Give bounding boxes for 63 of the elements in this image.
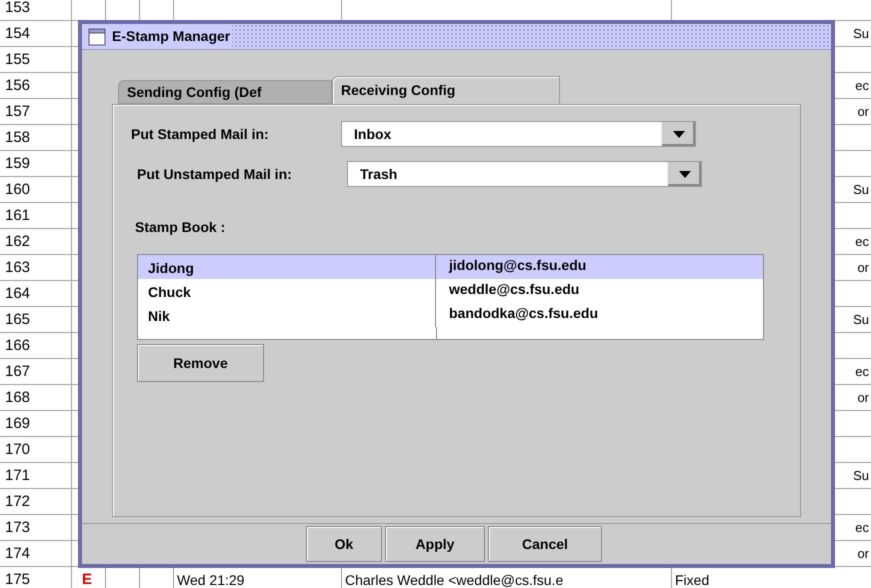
field-label: Put Stamped Mail in: (131, 124, 270, 144)
row-number: 162 (0, 229, 72, 254)
window-title: E-Stamp Manager (112, 27, 230, 46)
table-cell-text: weddle@cs.fsu.edu (448, 280, 580, 299)
flag-text: E (82, 571, 92, 588)
table-row[interactable]: Chuck weddle@cs.fsu.edu (138, 279, 763, 303)
table-cell-text: bandodka@cs.fsu.edu (448, 304, 600, 323)
row-number: 172 (0, 489, 72, 514)
table-cell-text: or (857, 545, 869, 563)
row-number: 168 (0, 385, 72, 410)
table-cell-text: or (857, 389, 869, 407)
dropdown[interactable]: Inbox (341, 121, 696, 147)
row-number: 158 (0, 125, 72, 150)
row-number: 165 (0, 307, 72, 332)
table-cell-text: ec (855, 519, 869, 537)
table-cell: Charles Weddle <weddle@cs.fsu.e (345, 572, 564, 588)
table-cell: Nik (138, 303, 436, 327)
row-number: 169 (0, 411, 72, 436)
row-number: 170 (0, 437, 72, 462)
table-cell-text: ec (855, 233, 869, 251)
row-number: 161 (0, 203, 72, 228)
field-label: Put Unstamped Mail in: (137, 164, 293, 184)
row-number: 171 (0, 463, 72, 488)
row-number: 159 (0, 151, 72, 176)
table-cell-text: ec (855, 363, 869, 381)
dropdown[interactable]: Trash (347, 161, 702, 187)
table-cell-text: Su (853, 25, 869, 43)
row-number: 153 (0, 0, 72, 20)
table-cell: Jidong (138, 255, 436, 279)
row-number: 154 (0, 21, 72, 46)
tab[interactable]: Sending Config (Def (118, 80, 332, 104)
row-number: 164 (0, 281, 72, 306)
table-cell: Wed 21:29 (177, 572, 244, 588)
dialog-button[interactable]: Ok (306, 526, 382, 562)
table-row[interactable]: Jidong jidolong@cs.fsu.edu (138, 255, 763, 279)
row-number: 167 (0, 359, 72, 384)
row-number: 173 (0, 515, 72, 540)
caret-icon (672, 130, 684, 138)
dialog-button[interactable]: Cancel (488, 526, 602, 562)
table-cell-text: Fixed (675, 571, 710, 588)
row-number: 156 (0, 73, 72, 98)
window-icon (88, 28, 106, 46)
table-cell-text: jidolong@cs.fsu.edu (448, 256, 588, 275)
tab[interactable]: Receiving Config (332, 76, 560, 104)
section-label: Stamp Book : (135, 218, 226, 237)
row-number: 157 (0, 99, 72, 124)
row-number: 160 (0, 177, 72, 202)
row-number: 155 (0, 47, 72, 72)
row-number: 174 (0, 541, 72, 566)
table-cell-text: Su (853, 181, 869, 199)
row-number: 175 (0, 567, 72, 588)
caret-icon (678, 170, 690, 178)
table-row[interactable]: Nik bandodka@cs.fsu.edu (138, 303, 763, 327)
table-cell-text: Su (853, 311, 869, 329)
table-cell-text: ec (855, 77, 869, 95)
dialog-button[interactable]: Apply (385, 526, 485, 562)
table-cell-text: Su (853, 467, 869, 485)
row-number: 166 (0, 333, 72, 358)
table-cell: Chuck (138, 279, 436, 303)
remove-button[interactable]: Remove (137, 344, 264, 382)
table-cell-text: or (857, 103, 869, 121)
table-cell-text: or (857, 259, 869, 277)
row-number: 163 (0, 255, 72, 280)
